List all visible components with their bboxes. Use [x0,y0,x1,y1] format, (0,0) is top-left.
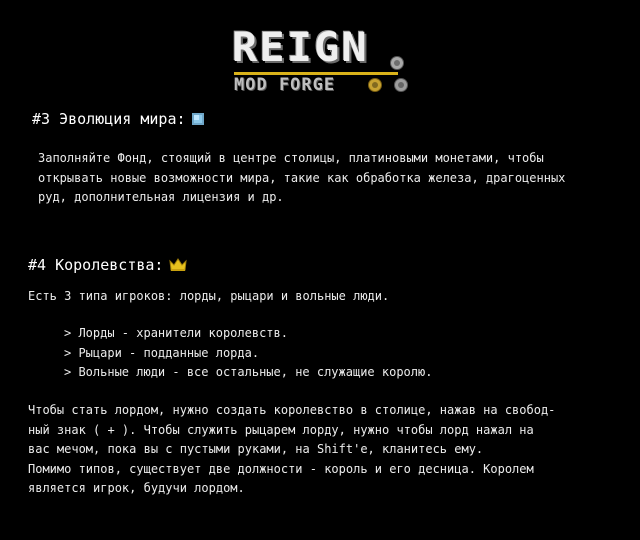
paragraph-line: Заполняйте Фонд, стоящий в центре столиц… [38,151,544,165]
kingdoms-paragraph: Чтобы стать лордом, нужно создать короле… [28,401,555,499]
logo-subtitle: MOD FORGE [234,75,336,95]
paragraph-line: является игрок, будучи лордом. [28,481,245,495]
gold-crown-icon [169,258,188,276]
list-item: > Вольные люди - все остальные, не служа… [64,365,433,379]
silver-coin-icon [390,56,404,70]
reign-mod-forge-logo: REIGN MOD FORGE [232,28,414,94]
player-types-intro: Есть 3 типа игроков: лорды, рыцари и вол… [28,289,390,303]
world-evolution-paragraph: Заполняйте Фонд, стоящий в центре столиц… [38,149,565,208]
paragraph-line: открывать новые возможности мира, такие … [38,170,566,185]
silver-coin-icon [394,78,408,92]
section-title-world-evolution: #3 Эволюция мира: [32,110,204,128]
paragraph-line: ный знак ( + ). Чтобы служить рыцарем ло… [28,422,534,437]
paragraph-line: Чтобы стать лордом, нужно создать короле… [28,403,556,417]
diamond-gem-icon [191,113,204,125]
logo-title: REIGN [232,25,369,71]
section-title-text: #3 Эволюция мира: [32,110,186,128]
paragraph-line: руд, дополнительная лицензия и др. [38,190,284,204]
paragraph-line: Помимо типов, существует две должности -… [28,461,534,476]
list-item: > Лорды - хранители королевств. [64,326,288,340]
paragraph-line: вас мечом, пока вы с пустыми руками, на … [28,442,484,456]
player-types-list: > Лорды - хранители королевств. > Рыцари… [64,324,432,383]
section-title-text: #4 Королевства: [28,256,164,274]
list-item: > Рыцари - подданные лорда. [64,345,260,360]
section-title-kingdoms: #4 Королевства: [28,256,188,276]
gold-coin-icon [368,78,382,92]
